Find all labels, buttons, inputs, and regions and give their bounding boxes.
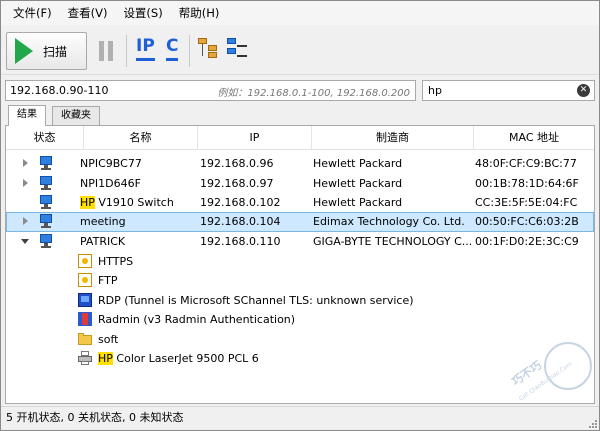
https-icon [78,254,92,268]
status-text: 5 开机状态, 0 关机状态, 0 未知状态 [6,411,184,424]
row-vendor: Hewlett Packard [313,177,403,190]
row-ip: 192.168.0.110 [200,235,281,248]
app-window: 文件(F) 查看(V) 设置(S) 帮助(H) 扫描 IP C 192.168.… [0,0,600,431]
service-item[interactable]: HTTPS [6,252,594,272]
expand-arrow-icon[interactable] [23,159,28,167]
ip-range-placeholder: 例如：192.168.0.1-100, 192.168.0.200 [217,88,410,99]
service-label-rest: Color LaserJet 9500 PCL 6 [112,352,259,365]
computer-icon [38,195,54,210]
row-mac: 00:1B:78:1D:64:6F [475,177,579,190]
service-label: HP Color LaserJet 9500 PCL 6 [98,352,259,365]
toolbar-separator [189,35,190,67]
menu-view[interactable]: 查看(V) [60,2,116,24]
clear-icon[interactable]: ✕ [577,84,590,97]
computer-icon [38,156,54,171]
service-item[interactable]: FTP [6,271,594,291]
row-name: meeting [80,215,126,228]
menubar: 文件(F) 查看(V) 设置(S) 帮助(H) [1,1,599,25]
row-vendor: Hewlett Packard [313,157,403,170]
menu-file[interactable]: 文件(F) [5,2,60,24]
menu-settings[interactable]: 设置(S) [115,2,170,24]
grip-dot [589,426,591,428]
scan-button-label: 扫描 [43,44,68,59]
row-vendor: GIGA-BYTE TECHNOLOGY C... [313,235,473,248]
row-name-rest: V1910 Switch [94,196,174,209]
row-mac: 00:50:FC:C6:03:2B [475,215,579,228]
scan-button[interactable]: 扫描 [6,32,87,70]
table-row-selected[interactable]: meeting 192.168.0.104 Edimax Technology … [6,212,594,232]
grip-dot [592,423,594,425]
column-mac[interactable]: MAC 地址 [474,126,594,150]
grip-dot [592,426,594,428]
grip-dot [595,426,597,428]
table-row[interactable]: PATRICK 192.168.0.110 GIGA-BYTE TECHNOLO… [6,232,594,252]
search-highlight: HP [98,352,113,365]
grip-dot [595,420,597,422]
ip-icon[interactable]: IP [136,36,155,61]
row-vendor: Hewlett Packard [313,196,403,209]
computer-icon [38,176,54,191]
table-row[interactable]: NPI1D646F 192.168.0.97 Hewlett Packard 0… [6,174,594,194]
row-name: NPI1D646F [80,177,141,190]
row-ip: 192.168.0.97 [200,177,274,190]
results-list: 状态 名称 IP 制造商 MAC 地址 NPIC9BC77 192.168.0.… [5,125,595,404]
ip-range-input[interactable]: 192.168.0.90-110 例如：192.168.0.1-100, 192… [5,80,416,101]
computer-icon [38,214,54,229]
service-label: HTTPS [98,255,134,268]
expand-tree-icon[interactable] [198,38,220,58]
ftp-icon [78,273,92,287]
ip-range-value: 192.168.0.90-110 [10,84,109,97]
toolbar-separator [126,35,127,67]
collapse-tree-icon[interactable] [227,38,249,58]
row-mac: 48:0F:CF:C9:BC:77 [475,157,577,170]
collapse-arrow-icon[interactable] [21,239,29,244]
grip-dot [595,423,597,425]
column-vendor[interactable]: 制造商 [312,126,474,150]
expand-arrow-icon[interactable] [23,179,28,187]
tab-favorites[interactable]: 收藏夹 [52,106,100,125]
row-name: NPIC9BC77 [80,157,142,170]
menu-help[interactable]: 帮助(H) [171,2,228,24]
pause-icon-bar [108,41,113,61]
search-input[interactable]: hp ✕ [422,80,595,101]
service-label: Radmin (v3 Radmin Authentication) [98,313,296,326]
column-ip[interactable]: IP [198,126,312,150]
row-mac: 00:1F:D0:2E:3C:C9 [475,235,579,248]
row-vendor: Edimax Technology Co. Ltd. [313,215,465,228]
list-header: 状态 名称 IP 制造商 MAC 地址 [6,126,594,150]
radmin-icon [78,312,92,326]
rdp-icon [78,293,92,307]
service-item[interactable]: Radmin (v3 Radmin Authentication) [6,310,594,330]
row-mac: CC:3E:5F:5E:04:FC [475,196,578,209]
search-value: hp [428,84,442,97]
row-ip: 192.168.0.102 [200,196,281,209]
printer-icon [78,351,92,365]
tab-results[interactable]: 结果 [8,105,46,126]
row-ip: 192.168.0.104 [200,215,281,228]
pause-icon [99,41,104,61]
service-label: FTP [98,274,118,287]
resize-grip-icon[interactable] [587,418,597,428]
table-row[interactable]: NPIC9BC77 192.168.0.96 Hewlett Packard 4… [6,154,594,174]
service-label: soft [98,333,119,346]
column-status[interactable]: 状态 [6,126,84,150]
statusbar: 5 开机状态, 0 关机状态, 0 未知状态 [1,406,599,430]
watermark-logo: 巧不巧 Get.QiaoBuQiao.Com [504,340,594,403]
column-name[interactable]: 名称 [84,126,198,150]
computer-icon [38,234,54,249]
c-icon[interactable]: C [166,36,179,61]
row-ip: 192.168.0.96 [200,157,274,170]
folder-icon [78,332,92,346]
service-item[interactable]: RDP (Tunnel is Microsoft SChannel TLS: u… [6,291,594,311]
toolbar: 扫描 IP C [1,25,599,75]
play-icon [15,38,33,64]
service-label: RDP (Tunnel is Microsoft SChannel TLS: u… [98,294,414,307]
table-row[interactable]: HP V1910 Switch 192.168.0.102 Hewlett Pa… [6,193,594,213]
search-highlight: HP [80,196,95,209]
expand-arrow-icon[interactable] [23,217,28,225]
row-name: HP V1910 Switch [80,196,174,209]
pause-button[interactable] [99,41,115,61]
row-name: PATRICK [80,235,126,248]
